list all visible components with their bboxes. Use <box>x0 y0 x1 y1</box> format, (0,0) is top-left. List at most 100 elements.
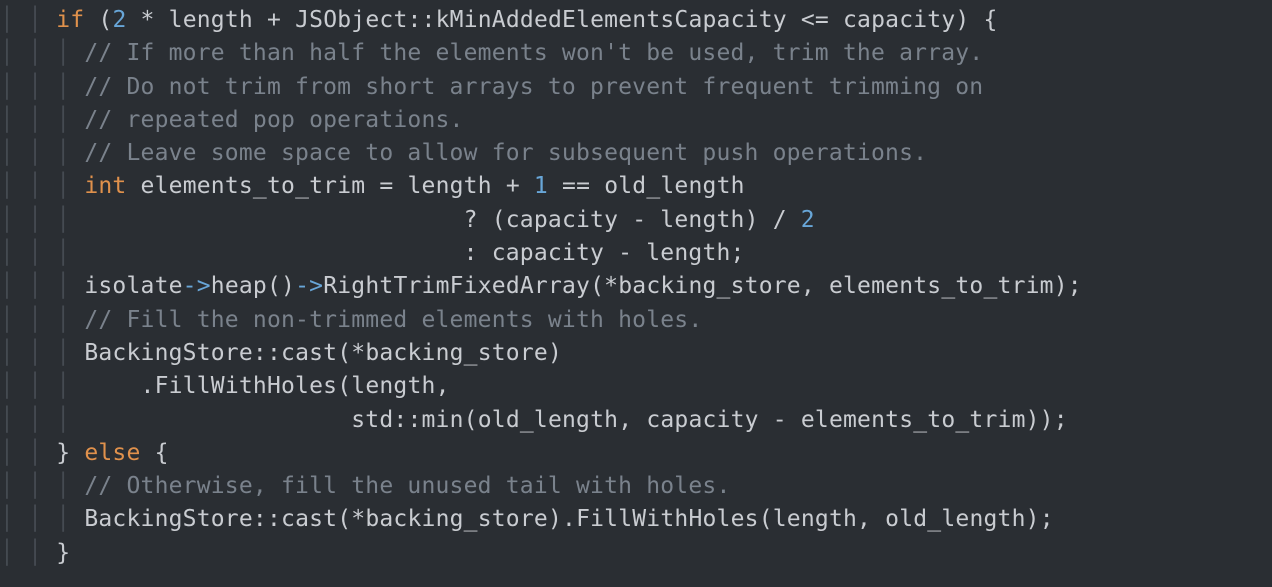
indent-guide: │ <box>0 7 28 33</box>
token-fn: FillWithHoles <box>576 506 759 532</box>
code-line[interactable]: │ │ │ BackingStore::cast(*backing_store)… <box>0 503 1272 536</box>
indent-guide: │ <box>0 473 28 499</box>
token-id: capacity <box>492 240 604 266</box>
token-cm: // Otherwise, fill the unused tail with … <box>84 473 730 499</box>
indent-guide: │ <box>28 307 56 333</box>
code-line[interactable]: │ │ │ : capacity - length; <box>0 237 1272 270</box>
indent-guide: │ <box>28 107 56 133</box>
token-fn: heap <box>211 273 267 299</box>
code-line[interactable]: │ │ if (2 * length + JSObject::kMinAdded… <box>0 4 1272 37</box>
token-id: old_length <box>885 506 1025 532</box>
indent-guide: │ <box>0 307 28 333</box>
code-line[interactable]: │ │ │ // repeated pop operations. <box>0 104 1272 137</box>
token-id: std <box>351 407 393 433</box>
indent-guide: │ <box>0 407 28 433</box>
indent-guide: │ <box>0 140 28 166</box>
token-id: backing_store <box>365 340 548 366</box>
token-kw: else <box>84 440 140 466</box>
indent-guide: │ <box>56 407 84 433</box>
indent-guide: │ <box>28 540 56 566</box>
code-line[interactable]: │ │ │ .FillWithHoles(length, <box>0 370 1272 403</box>
token-id: JSObject <box>295 7 407 33</box>
code-line[interactable]: │ │ │ isolate->heap()->RightTrimFixedArr… <box>0 270 1272 303</box>
token-pn: :: <box>408 7 436 33</box>
indent-guide: │ <box>56 340 84 366</box>
token-pn: + <box>253 7 295 33</box>
token-id: elements_to_trim <box>801 407 1026 433</box>
code-line[interactable]: │ │ │ BackingStore::cast(*backing_store) <box>0 337 1272 370</box>
indent-guide: │ <box>28 473 56 499</box>
token-fn: cast <box>281 506 337 532</box>
token-pn: + <box>492 173 534 199</box>
indent-guide: │ <box>0 373 28 399</box>
indent-guide: │ <box>28 340 56 366</box>
token-pn: , <box>857 506 885 532</box>
indent-guide: │ <box>0 240 28 266</box>
token-pn: ( <box>84 7 112 33</box>
indent-guide: │ <box>28 273 56 299</box>
indent-guide: │ <box>28 207 56 233</box>
token-pn: ) <box>548 340 562 366</box>
code-line[interactable]: │ │ │ // Otherwise, fill the unused tail… <box>0 470 1272 503</box>
token-pn: ); <box>1054 273 1082 299</box>
token-op: -> <box>295 273 323 299</box>
token-pn: - <box>759 407 801 433</box>
token-pn: . <box>84 373 154 399</box>
token-num: 2 <box>801 207 815 233</box>
token-pn: ); <box>1026 506 1054 532</box>
token-pn: ( <box>464 407 478 433</box>
token-num: 1 <box>534 173 548 199</box>
indent-guide: │ <box>56 40 84 66</box>
token-id: elements_to_trim <box>829 273 1054 299</box>
token-id: length <box>351 373 435 399</box>
code-line[interactable]: │ │ │ // Do not trim from short arrays t… <box>0 71 1272 104</box>
indent-guide: │ <box>56 240 84 266</box>
token-pn: } <box>56 540 70 566</box>
token-op: -> <box>183 273 211 299</box>
token-pn: == <box>548 173 604 199</box>
token-pn: , <box>436 373 450 399</box>
token-id: length <box>169 7 253 33</box>
token-pn: (* <box>337 340 365 366</box>
code-line[interactable]: │ │ │ ? (capacity - length) / 2 <box>0 204 1272 237</box>
indent-guide: │ <box>0 173 28 199</box>
code-line[interactable]: │ │ │ std::min(old_length, capacity - el… <box>0 404 1272 437</box>
token-pn: ; <box>731 240 745 266</box>
token-id: elements_to_trim <box>141 173 366 199</box>
token-pn: ( <box>759 506 773 532</box>
token-id: backing_store <box>365 506 548 532</box>
code-line[interactable]: │ │ │ // Fill the non-trimmed elements w… <box>0 304 1272 337</box>
token-kw: int <box>84 173 126 199</box>
indent-guide: │ <box>28 173 56 199</box>
code-line[interactable]: │ │ │ // Leave some space to allow for s… <box>0 137 1272 170</box>
token-id: kMinAddedElementsCapacity <box>436 7 787 33</box>
token-kw: if <box>56 7 84 33</box>
token-pn: { <box>141 440 169 466</box>
indent-guide: │ <box>28 40 56 66</box>
indent-guide: │ <box>56 107 84 133</box>
token-pn: * <box>127 7 169 33</box>
indent-guide: │ <box>28 140 56 166</box>
code-editor[interactable]: │ │ if (2 * length + JSObject::kMinAdded… <box>0 0 1272 570</box>
token-cm: // Fill the non-trimmed elements with ho… <box>84 307 702 333</box>
token-id: isolate <box>84 273 182 299</box>
token-id: length <box>660 207 744 233</box>
code-line[interactable]: │ │ } <box>0 537 1272 570</box>
indent-guide: │ <box>28 7 56 33</box>
token-pn: - <box>604 240 646 266</box>
code-line[interactable]: │ │ } else { <box>0 437 1272 470</box>
token-pn: :: <box>253 340 281 366</box>
token-id: capacity <box>843 7 955 33</box>
token-pn: ( <box>337 373 351 399</box>
token-pn <box>126 173 140 199</box>
indent-guide: │ <box>56 273 84 299</box>
indent-guide: │ <box>0 506 28 532</box>
token-num: 2 <box>112 7 126 33</box>
token-pn: } <box>56 440 84 466</box>
token-id: old_length <box>478 407 618 433</box>
indent-guide: │ <box>28 506 56 532</box>
token-cm: // If more than half the elements won't … <box>84 40 983 66</box>
indent-guide: │ <box>0 273 28 299</box>
code-line[interactable]: │ │ │ int elements_to_trim = length + 1 … <box>0 170 1272 203</box>
code-line[interactable]: │ │ │ // If more than half the elements … <box>0 37 1272 70</box>
